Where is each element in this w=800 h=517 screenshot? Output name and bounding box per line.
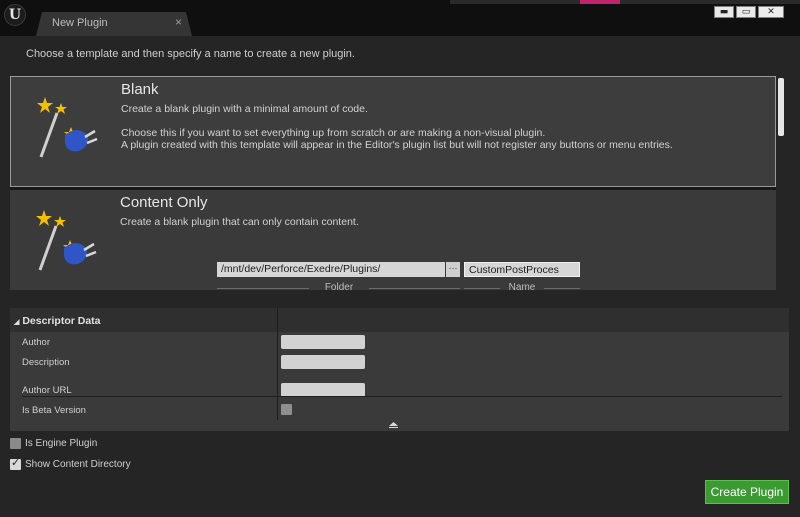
template-list[interactable]: Blank Create a blank plugin with a minim… bbox=[10, 76, 776, 290]
template-blank[interactable]: Blank Create a blank plugin with a minim… bbox=[10, 76, 776, 187]
beta-version-checkbox[interactable] bbox=[281, 404, 292, 415]
create-plugin-button[interactable]: Create Plugin bbox=[705, 480, 789, 504]
folder-caption-line-left bbox=[217, 288, 309, 289]
template-title: Blank bbox=[121, 81, 159, 98]
intro-text: Choose a template and then specify a nam… bbox=[26, 48, 355, 60]
descriptor-title: ◢ Descriptor Data bbox=[14, 315, 101, 327]
folder-caption: Folder bbox=[324, 282, 354, 293]
close-button[interactable]: ✕ bbox=[758, 6, 784, 18]
template-list-scrollbar[interactable] bbox=[778, 78, 784, 136]
description-row: Description bbox=[10, 352, 789, 372]
author-label: Author bbox=[22, 337, 50, 348]
engine-plugin-checkbox[interactable] bbox=[10, 438, 21, 449]
show-content-checkbox[interactable] bbox=[10, 456, 21, 470]
description-line-2: Choose this if you want to set everythin… bbox=[121, 127, 546, 139]
expand-arrow-icon: ◢ bbox=[14, 319, 20, 326]
browse-folder-button[interactable]: ··· bbox=[446, 262, 460, 277]
beta-version-label: Is Beta Version bbox=[22, 405, 86, 416]
show-content-option[interactable]: Show Content Directory bbox=[10, 456, 131, 470]
description-line-1: Create a blank plugin with a minimal amo… bbox=[121, 103, 368, 115]
descriptor-data-panel: ◢ Descriptor Data Author Description Aut… bbox=[10, 308, 789, 431]
maximize-button[interactable]: ▭ bbox=[736, 6, 756, 18]
background-window-strip-right bbox=[620, 0, 800, 4]
plugin-name-input[interactable]: CustomPostProces bbox=[464, 262, 580, 277]
description-line-3: A plugin created with this template will… bbox=[121, 139, 673, 151]
author-field[interactable] bbox=[281, 335, 365, 349]
collapse-advanced-bar[interactable] bbox=[10, 420, 789, 431]
dialog-content: Choose a template and then specify a nam… bbox=[0, 36, 800, 517]
template-description: Create a blank plugin with a minimal amo… bbox=[121, 103, 761, 151]
folder-path-input[interactable]: /mnt/dev/Perforce/Exedre/Plugins/ bbox=[217, 262, 445, 277]
beta-version-row: Is Beta Version bbox=[10, 400, 789, 420]
magic-wand-plug-icon bbox=[36, 210, 97, 271]
tab-close-icon[interactable]: × bbox=[175, 15, 182, 29]
author-url-field[interactable] bbox=[281, 383, 365, 397]
column-divider[interactable] bbox=[277, 308, 278, 420]
spacer-row bbox=[10, 372, 789, 380]
window-controls: ▬ ▭ ✕ bbox=[714, 6, 784, 18]
background-window-strip bbox=[450, 0, 580, 4]
show-content-label: Show Content Directory bbox=[25, 459, 131, 470]
description-label: Description bbox=[22, 357, 70, 368]
author-row: Author bbox=[10, 332, 789, 352]
tab-new-plugin[interactable]: New Plugin × bbox=[36, 12, 192, 36]
template-description: Create a blank plugin that can only cont… bbox=[120, 216, 359, 228]
name-caption-line-left bbox=[464, 288, 500, 289]
panel-separator bbox=[22, 396, 782, 397]
engine-plugin-option[interactable]: Is Engine Plugin bbox=[10, 438, 97, 449]
descriptor-header[interactable]: ◢ Descriptor Data bbox=[10, 308, 789, 332]
author-url-row: Author URL bbox=[10, 380, 789, 400]
minimize-button[interactable]: ▬ bbox=[714, 6, 734, 18]
unreal-logo-icon: U bbox=[4, 4, 26, 26]
description-field[interactable] bbox=[281, 355, 365, 369]
name-caption: Name bbox=[508, 282, 536, 293]
collapse-up-icon bbox=[389, 422, 398, 428]
background-window-accent bbox=[580, 0, 620, 4]
descriptor-title-text: Descriptor Data bbox=[22, 315, 101, 327]
folder-caption-line-right bbox=[369, 288, 460, 289]
author-url-label: Author URL bbox=[22, 385, 72, 396]
magic-wand-plug-icon bbox=[37, 97, 98, 158]
engine-plugin-label: Is Engine Plugin bbox=[25, 438, 98, 449]
name-caption-line-right bbox=[544, 288, 580, 289]
title-bar: U New Plugin × ▬ ▭ ✕ bbox=[0, 0, 800, 36]
tab-title: New Plugin bbox=[52, 17, 108, 29]
template-title: Content Only bbox=[120, 194, 208, 211]
